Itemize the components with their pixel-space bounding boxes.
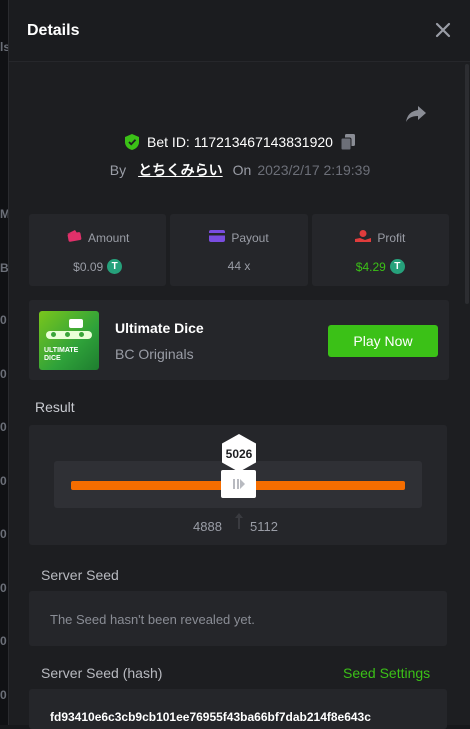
game-provider: BC Originals <box>115 346 194 362</box>
bet-meta-row: By とちくみらい On 2023/2/17 2:19:39 <box>9 160 470 180</box>
thumbnail-dot <box>79 332 84 337</box>
modal-header: Details <box>9 0 470 62</box>
result-slider-handle[interactable] <box>221 470 256 498</box>
play-now-button[interactable]: Play Now <box>328 325 438 357</box>
result-value: 5026 <box>225 447 253 461</box>
result-label: Result <box>35 399 75 415</box>
server-seed-message: The Seed hasn't been revealed yet. <box>50 612 255 627</box>
thumbnail-dot <box>65 332 70 337</box>
range-arrow-icon <box>235 513 243 529</box>
bet-stats: Amount $0.09 T Payout 44 x Profit $4.29 … <box>29 214 449 286</box>
bet-id-label: Bet ID: <box>147 134 190 150</box>
bet-id-row: Bet ID: 117213467143831920 <box>9 134 470 154</box>
stat-payout-value: 44 x <box>227 259 251 273</box>
modal-title: Details <box>27 22 80 39</box>
range-high-value: 5112 <box>250 519 278 534</box>
stat-profit-value: $4.29 <box>355 259 386 274</box>
server-seed-hash-value: fd93410e6c3cb9cb101ee76955f43ba66bf7dab2… <box>50 710 371 724</box>
thumbnail-dot <box>51 332 56 337</box>
scrollbar[interactable] <box>465 64 469 304</box>
card-icon <box>209 230 226 245</box>
game-name: Ultimate Dice <box>115 320 204 336</box>
seed-settings-link[interactable]: Seed Settings <box>343 665 430 681</box>
tether-coin-icon: T <box>389 259 405 274</box>
stat-payout-label: Payout <box>231 230 269 245</box>
result-panel: 5026 4888 5112 <box>29 425 447 545</box>
username-link[interactable]: とちくみらい <box>138 162 223 178</box>
stat-amount-label: Amount <box>87 230 130 245</box>
shield-check-icon <box>125 134 140 150</box>
bet-details-modal: Details Bet ID: 117213467143831920 By とちくみ… <box>8 0 470 729</box>
stat-amount-value: $0.09 <box>73 259 104 274</box>
on-label: On <box>232 162 252 178</box>
wallet-icon <box>66 230 82 245</box>
game-thumbnail[interactable]: ULTIMATE DICE <box>39 311 99 370</box>
thumbnail-title: ULTIMATE DICE <box>44 347 79 362</box>
range-low-value: 4888 <box>193 519 222 534</box>
share-icon[interactable] <box>405 104 427 124</box>
thumbnail-badge <box>69 319 83 328</box>
copy-icon[interactable] <box>340 134 355 151</box>
game-card: ULTIMATE DICE Ultimate Dice BC Originals … <box>29 300 449 380</box>
stat-payout: Payout 44 x <box>170 214 308 286</box>
stat-profit-label: Profit <box>377 231 406 245</box>
server-seed-box: The Seed hasn't been revealed yet. <box>29 591 447 646</box>
stat-profit: Profit $4.29 T <box>311 214 449 286</box>
hand-money-icon <box>355 230 372 246</box>
by-label: By <box>109 162 127 178</box>
bet-timestamp: 2023/2/17 2:19:39 <box>257 162 371 178</box>
server-seed-label: Server Seed <box>41 567 119 583</box>
bet-id-value: 117213467143831920 <box>193 134 333 150</box>
stat-amount: Amount $0.09 T <box>29 214 167 286</box>
server-seed-hash-box: fd93410e6c3cb9cb101ee76955f43ba66bf7dab2… <box>29 689 447 729</box>
grip-icon <box>233 479 245 489</box>
tether-coin-icon: T <box>107 259 123 274</box>
close-icon[interactable] <box>431 18 455 42</box>
server-seed-hash-label: Server Seed (hash) <box>41 665 163 681</box>
